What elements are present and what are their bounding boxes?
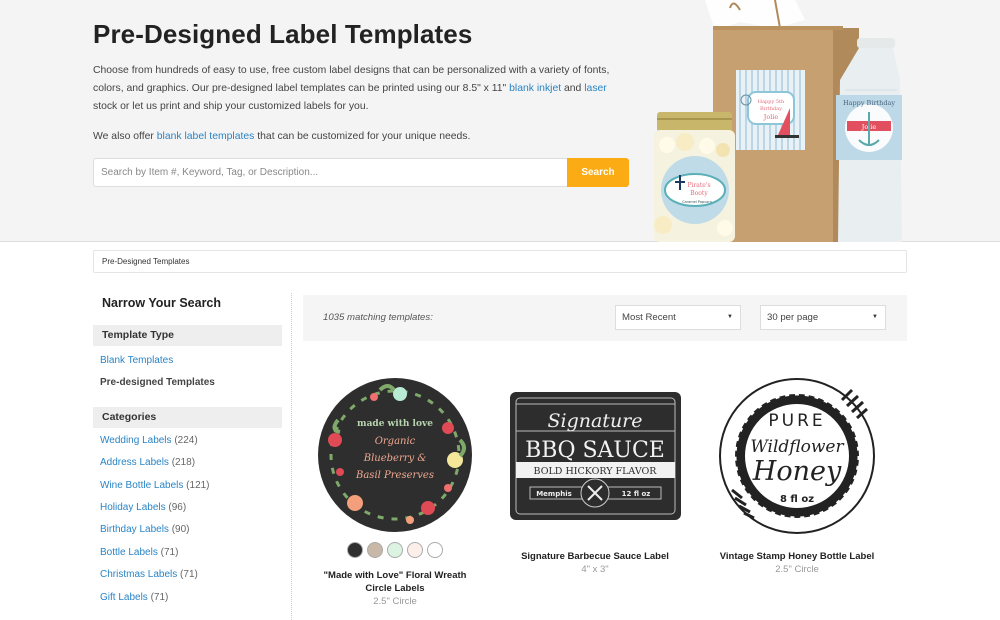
search-input[interactable] bbox=[93, 158, 567, 187]
category-wedding-labels[interactable]: Wedding Labels (224) bbox=[93, 430, 282, 452]
sidebar-divider bbox=[291, 293, 292, 620]
color-swatch[interactable] bbox=[367, 542, 383, 558]
color-swatch[interactable] bbox=[347, 542, 363, 558]
desc-text: stock or let us print and ship your cust… bbox=[93, 101, 369, 113]
caret-down-icon: ▼ bbox=[727, 314, 733, 320]
sort-selected-value: Most Recent bbox=[622, 312, 676, 323]
narrow-search-title: Narrow Your Search bbox=[102, 296, 222, 310]
category-label[interactable]: Holiday Labels bbox=[100, 502, 166, 513]
filter-pre-designed-templates[interactable]: Pre-designed Templates bbox=[93, 372, 282, 394]
caret-down-icon: ▼ bbox=[872, 314, 878, 320]
category-count: (90) bbox=[171, 524, 190, 536]
category-address-labels[interactable]: Address Labels (218) bbox=[93, 452, 282, 474]
label-line-4: 8 fl oz bbox=[780, 494, 814, 505]
search-bar: Search bbox=[93, 158, 629, 187]
product-card[interactable]: Signature BBQ SAUCE BOLD HICKORY FLAVOR … bbox=[500, 370, 690, 576]
blank-label-templates-link[interactable]: blank label templates bbox=[157, 131, 255, 142]
color-swatches bbox=[300, 540, 490, 560]
category-count: (71) bbox=[180, 569, 198, 581]
product-size: 2.5" Circle bbox=[775, 564, 819, 575]
label-line-4: Basil Preserves bbox=[355, 470, 434, 481]
product-title[interactable]: "Made with Love" Floral Wreath Circle La… bbox=[300, 569, 490, 595]
svg-text:Pirate's: Pirate's bbox=[687, 182, 710, 189]
sort-select[interactable]: Most Recent ▼ bbox=[615, 305, 741, 330]
per-page-select[interactable]: 30 per page ▼ bbox=[760, 305, 886, 330]
category-label[interactable]: Bottle Labels bbox=[100, 547, 158, 558]
category-label[interactable]: Birthday Labels bbox=[100, 524, 169, 535]
product-image-bbq-sauce[interactable]: Signature BBQ SAUCE BOLD HICKORY FLAVOR … bbox=[500, 370, 690, 540]
search-button[interactable]: Search bbox=[567, 158, 629, 187]
sidebar-filters: Narrow Your Search Template Type Blank T… bbox=[93, 290, 282, 609]
label-volume: 12 fl oz bbox=[622, 490, 651, 498]
breadcrumb-item[interactable]: Pre-Designed Templates bbox=[102, 257, 189, 266]
color-swatch[interactable] bbox=[407, 542, 423, 558]
label-city: Memphis bbox=[536, 490, 572, 498]
color-swatch[interactable] bbox=[387, 542, 403, 558]
category-count: (224) bbox=[174, 434, 198, 446]
bag-label: Happy 5th Birthday Jolie bbox=[736, 70, 805, 150]
desc-text: We also offer bbox=[93, 131, 157, 142]
product-image-honey[interactable]: PURE Wildflower Honey 8 fl oz bbox=[702, 370, 892, 540]
label-line-2: BBQ SAUCE bbox=[525, 438, 665, 463]
category-birthday-labels[interactable]: Birthday Labels (90) bbox=[93, 519, 282, 541]
page-title: Pre-Designed Label Templates bbox=[93, 19, 473, 49]
color-swatch[interactable] bbox=[427, 542, 443, 558]
category-holiday-labels[interactable]: Holiday Labels (96) bbox=[93, 497, 282, 519]
category-label[interactable]: Gift Labels bbox=[100, 592, 148, 603]
desc-text: that can be customized for your unique n… bbox=[254, 131, 471, 142]
desc-text: and bbox=[561, 83, 585, 95]
label-line-2: Organic bbox=[375, 436, 416, 447]
hero-description-2: We also offer blank label templates that… bbox=[93, 128, 633, 146]
svg-text:Booty: Booty bbox=[690, 190, 708, 197]
template-type-heading: Template Type bbox=[93, 325, 282, 346]
breadcrumb: Pre-Designed Templates bbox=[93, 250, 907, 273]
category-bottle-labels[interactable]: Bottle Labels (71) bbox=[93, 542, 282, 564]
category-label[interactable]: Wine Bottle Labels bbox=[100, 480, 183, 491]
filter-blank-templates[interactable]: Blank Templates bbox=[93, 350, 282, 372]
svg-text:Jolie: Jolie bbox=[763, 113, 779, 121]
label-line-1: PURE bbox=[768, 411, 825, 431]
product-size: 2.5" Circle bbox=[373, 596, 417, 607]
svg-text:Happy Birthday: Happy Birthday bbox=[843, 99, 895, 107]
product-title[interactable]: Vintage Stamp Honey Bottle Label bbox=[702, 550, 892, 563]
category-gift-labels[interactable]: Gift Labels (71) bbox=[93, 587, 282, 609]
hero-section: Pre-Designed Label Templates Choose from… bbox=[0, 0, 1000, 242]
results-toolbar: 1035 matching templates: Most Recent ▼ 3… bbox=[303, 295, 907, 341]
category-christmas-labels[interactable]: Christmas Labels (71) bbox=[93, 564, 282, 586]
category-count: (121) bbox=[186, 479, 210, 491]
product-card[interactable]: PURE Wildflower Honey 8 fl oz Vintage St… bbox=[702, 370, 892, 576]
per-page-selected-value: 30 per page bbox=[767, 312, 819, 323]
product-image-floral-wreath[interactable]: made with love Organic Blueberry & Basil… bbox=[300, 370, 490, 540]
category-label[interactable]: Wedding Labels bbox=[100, 435, 172, 446]
product-card[interactable]: made with love Organic Blueberry & Basil… bbox=[300, 370, 490, 608]
category-label[interactable]: Address Labels bbox=[100, 457, 169, 468]
popcorn-jar: Pirate's Booty Caramel Popcorn bbox=[654, 112, 735, 242]
label-line-1: Signature bbox=[547, 410, 642, 432]
label-line-3: Blueberry & bbox=[363, 453, 427, 464]
category-label[interactable]: Christmas Labels bbox=[100, 569, 177, 580]
label-line-1: made with love bbox=[357, 419, 433, 429]
hero-product-photo: Happy 5th Birthday Jolie Pirate's Booty bbox=[645, 0, 905, 242]
categories-heading: Categories bbox=[93, 406, 282, 428]
svg-text:Birthday: Birthday bbox=[760, 106, 782, 112]
laser-link[interactable]: laser bbox=[584, 83, 607, 94]
category-count: (71) bbox=[160, 546, 179, 558]
product-title[interactable]: Signature Barbecue Sauce Label bbox=[500, 550, 690, 563]
category-wine-bottle-labels[interactable]: Wine Bottle Labels (121) bbox=[93, 475, 282, 497]
blank-inkjet-link[interactable]: blank inkjet bbox=[509, 83, 561, 94]
hero-description: Choose from hundreds of easy to use, fre… bbox=[93, 62, 633, 117]
svg-text:Caramel Popcorn: Caramel Popcorn bbox=[682, 200, 712, 204]
label-line-3: Honey bbox=[752, 456, 842, 487]
category-count: (96) bbox=[168, 501, 187, 513]
category-count: (218) bbox=[171, 457, 196, 469]
product-size: 4" x 3" bbox=[581, 564, 609, 575]
svg-text:Happy 5th: Happy 5th bbox=[758, 99, 785, 105]
category-count: (71) bbox=[150, 591, 169, 603]
result-count: 1035 matching templates: bbox=[323, 312, 433, 323]
label-line-3: BOLD HICKORY FLAVOR bbox=[534, 466, 658, 477]
label-line-2: Wildflower bbox=[750, 437, 844, 457]
